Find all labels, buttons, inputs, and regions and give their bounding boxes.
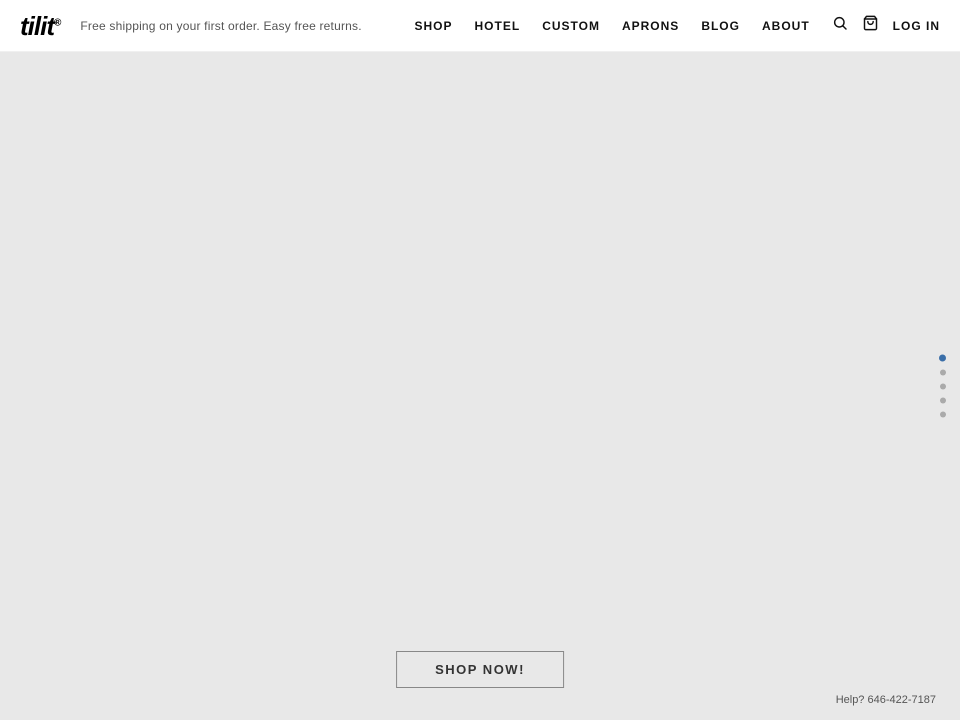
site-header: tilit® Free shipping on your first order… bbox=[0, 0, 960, 52]
slide-dots[interactable] bbox=[939, 355, 946, 418]
slide-dot-2[interactable] bbox=[940, 370, 946, 376]
nav-item-custom[interactable]: CUSTOM bbox=[542, 19, 600, 33]
site-logo[interactable]: tilit® bbox=[20, 13, 60, 39]
help-text: Help? 646-422-7187 bbox=[836, 694, 936, 706]
search-icon[interactable] bbox=[832, 15, 848, 36]
nav-icons: LOG IN bbox=[832, 15, 940, 36]
logo-text: tilit bbox=[20, 11, 54, 41]
nav-item-aprons[interactable]: APRONS bbox=[622, 19, 679, 33]
login-link[interactable]: LOG IN bbox=[893, 19, 940, 33]
slide-dot-1[interactable] bbox=[939, 355, 946, 362]
shop-now-button[interactable]: SHOP NOW! bbox=[396, 651, 564, 688]
shop-now-wrapper: SHOP NOW! bbox=[396, 651, 564, 688]
slide-dot-3[interactable] bbox=[940, 384, 946, 390]
nav-item-hotel[interactable]: HOTEL bbox=[475, 19, 521, 33]
logo-registered: ® bbox=[54, 17, 60, 28]
nav-item-shop[interactable]: SHOP bbox=[415, 19, 453, 33]
site-tagline: Free shipping on your first order. Easy … bbox=[80, 19, 361, 33]
header-left: tilit® Free shipping on your first order… bbox=[20, 13, 362, 39]
main-content: SHOP NOW! Help? 646-422-7187 bbox=[0, 52, 960, 720]
slide-dot-5[interactable] bbox=[940, 412, 946, 418]
nav-item-blog[interactable]: BLOG bbox=[701, 19, 740, 33]
slide-dot-4[interactable] bbox=[940, 398, 946, 404]
main-nav: SHOP HOTEL CUSTOM APRONS BLOG ABOUT LOG … bbox=[415, 15, 941, 36]
nav-item-about[interactable]: ABOUT bbox=[762, 19, 810, 33]
cart-icon[interactable] bbox=[862, 15, 879, 36]
